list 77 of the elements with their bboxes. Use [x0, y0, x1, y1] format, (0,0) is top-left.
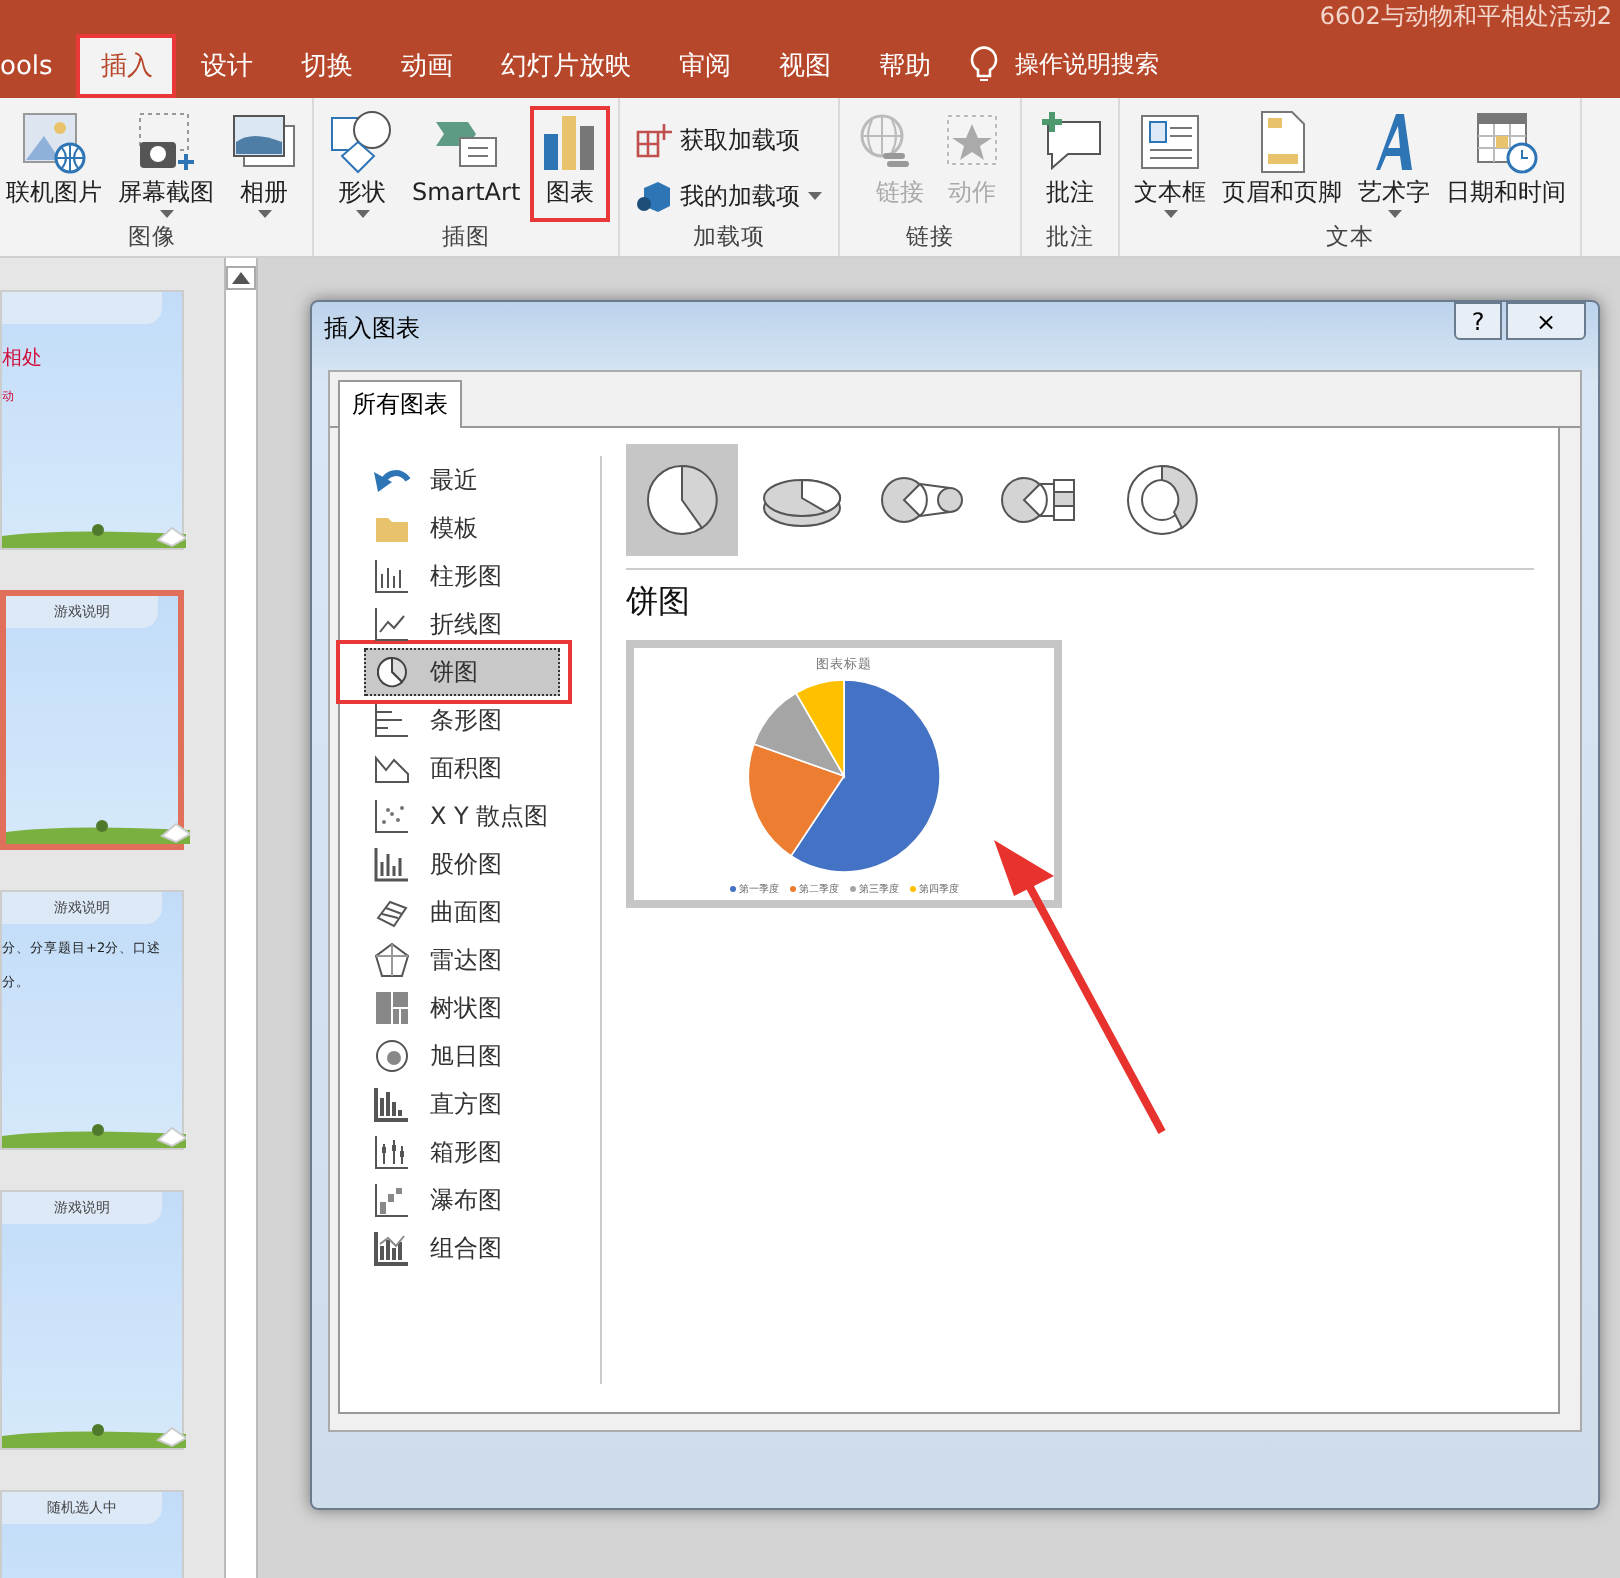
chart-type-item[interactable]: 最近: [364, 456, 560, 505]
area-chart-icon: [374, 750, 410, 787]
window-title: 6602与动物和平相处活动2: [1319, 0, 1612, 34]
box-plot-icon: [374, 1134, 410, 1171]
waterfall-chart-icon: [374, 1182, 410, 1219]
ribbon-button[interactable]: 艺术字: [1352, 106, 1437, 223]
group-label: 插图: [442, 222, 491, 253]
chart-type-item[interactable]: 面积图: [364, 744, 560, 793]
chart-subtype-button[interactable]: [626, 444, 738, 557]
ribbon-button[interactable]: 获取加载项: [628, 118, 809, 163]
add-in-grid-icon: [636, 122, 673, 159]
ribbon-button[interactable]: 形状: [322, 106, 402, 223]
chart-type-item[interactable]: 组合图: [364, 1224, 560, 1273]
chart-type-item[interactable]: 瀑布图: [364, 1176, 560, 1225]
ribbon-button[interactable]: 屏幕截图: [112, 106, 220, 223]
combo-chart-icon: [374, 1230, 410, 1267]
search-hint[interactable]: 操作说明搜索: [1014, 48, 1159, 82]
text-box-icon: [1136, 110, 1205, 174]
slide-title: 相处: [2, 345, 44, 373]
chart-type-item[interactable]: 条形图: [364, 696, 560, 745]
treemap-icon: [374, 990, 410, 1027]
group-label: 图像: [128, 222, 176, 253]
ribbon-button[interactable]: 图表: [530, 106, 611, 223]
chart-type-item[interactable]: X Y 散点图: [364, 792, 560, 841]
pie-chart-icon: [374, 654, 410, 691]
ribbon-tab[interactable]: 视图: [754, 34, 855, 98]
ribbon-button[interactable]: 页眉和页脚: [1216, 106, 1349, 223]
line-chart-icon: [374, 606, 410, 643]
lightbulb-icon: [970, 46, 999, 82]
comment-icon: [1036, 110, 1105, 174]
chart-type-item[interactable]: 雷达图: [364, 936, 560, 985]
chart-type-item[interactable]: 折线图: [364, 600, 560, 649]
calendar-clock-icon: [1472, 110, 1541, 174]
ribbon-button[interactable]: 批注: [1030, 106, 1111, 223]
ribbon-tab[interactable]: ools: [0, 34, 77, 98]
ribbon-tab[interactable]: 幻灯片放映: [476, 34, 655, 98]
shapes-icon: [328, 110, 396, 174]
group-label: 文本: [1326, 222, 1375, 253]
sunburst-icon: [374, 1038, 410, 1075]
chart-type-item[interactable]: 旭日图: [364, 1032, 560, 1081]
ribbon-tab[interactable]: 插入: [76, 34, 177, 98]
ribbon-tab[interactable]: 审阅: [654, 34, 755, 98]
group-label: 链接: [906, 222, 955, 253]
ribbon-tab[interactable]: 帮助: [854, 34, 955, 98]
dialog-title: 插入图表: [324, 311, 420, 346]
chart-type-item[interactable]: 模板: [364, 504, 560, 553]
chart-type-item[interactable]: 饼图: [364, 648, 560, 697]
scatter-chart-icon: [374, 798, 410, 835]
group-label: 批注: [1046, 222, 1095, 253]
chart-heading: 饼图: [626, 582, 692, 625]
histogram-icon: [374, 1086, 410, 1123]
close-button[interactable]: ×: [1506, 302, 1586, 341]
help-button[interactable]: ?: [1454, 302, 1502, 341]
chart-type-item[interactable]: 曲面图: [364, 888, 560, 937]
ribbon-button[interactable]: 联机图片: [0, 106, 108, 223]
ribbon-button[interactable]: 我的加载项: [628, 174, 831, 219]
stock-chart-icon: [374, 846, 410, 883]
column-chart-icon: [374, 558, 410, 595]
online-picture-icon: [20, 110, 88, 174]
chart-type-item[interactable]: 箱形图: [364, 1128, 560, 1177]
dialog-tab[interactable]: 所有图表: [338, 380, 462, 429]
cube-icon: [636, 178, 673, 215]
ribbon-tab[interactable]: 设计: [176, 34, 277, 98]
ribbon-button[interactable]: 日期和时间: [1440, 106, 1573, 223]
ribbon-tab[interactable]: 切换: [276, 34, 377, 98]
radar-chart-icon: [374, 942, 410, 979]
group-label: 加载项: [693, 222, 766, 253]
chart-type-item[interactable]: 直方图: [364, 1080, 560, 1129]
scroll-up-icon[interactable]: [226, 266, 256, 291]
bar-chart-icon: [374, 702, 410, 739]
chart-type-item[interactable]: 树状图: [364, 984, 560, 1033]
ribbon-button[interactable]: 文本框: [1128, 106, 1213, 223]
ribbon-tab[interactable]: 动画: [376, 34, 477, 98]
chart-type-item[interactable]: 柱形图: [364, 552, 560, 601]
ribbon-button[interactable]: 相册: [224, 106, 304, 223]
chart-type-item[interactable]: 股价图: [364, 840, 560, 889]
ribbon-button[interactable]: SmartArt: [406, 106, 527, 223]
